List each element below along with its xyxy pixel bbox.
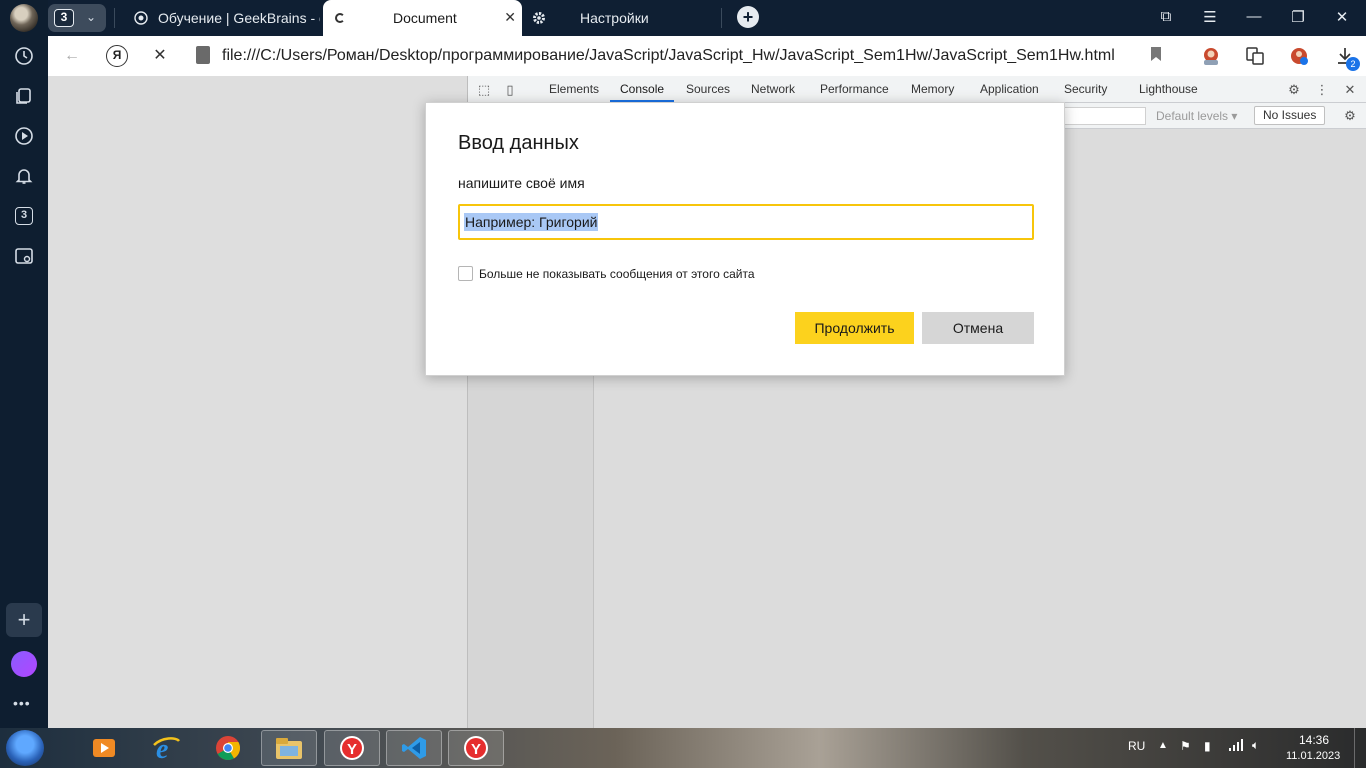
network-signal-icon[interactable] <box>1228 738 1244 755</box>
bookmark-icon[interactable] <box>1146 46 1166 66</box>
profile-extension-icon[interactable] <box>1288 45 1310 67</box>
devtools-tab-lighthouse[interactable]: Lighthouse <box>1139 82 1198 96</box>
more-icon[interactable]: ••• <box>13 695 31 711</box>
devtools-settings-gear-icon[interactable]: ⚙ <box>1286 82 1302 98</box>
dialog-message: напишите своё имя <box>458 175 585 191</box>
tab-document[interactable]: Document ✕ <box>323 0 522 36</box>
minimize-icon[interactable]: — <box>1244 8 1264 25</box>
menu-icon[interactable]: ☰ <box>1200 8 1220 26</box>
keyboard-language[interactable]: RU <box>1128 739 1145 753</box>
show-desktop-button[interactable] <box>1354 728 1366 768</box>
clock-date[interactable]: 11.01.2023 <box>1286 750 1340 762</box>
devtools-tab-memory[interactable]: Memory <box>911 82 954 96</box>
bell-icon[interactable] <box>12 164 36 188</box>
suppress-dialogs-checkbox[interactable] <box>458 266 473 281</box>
devtools-tab-sources[interactable]: Sources <box>686 82 730 96</box>
chevron-down-icon: ⌄ <box>86 10 97 24</box>
address-toolbar: ← Я ✕ file:///C:/Users/Роман/Desktop/про… <box>48 36 1366 76</box>
yandex-browser-window-icon[interactable]: Y <box>448 730 504 766</box>
svg-text:Y: Y <box>471 741 481 758</box>
devtools-tab-elements[interactable]: Elements <box>549 82 599 96</box>
address-url[interactable]: file:///C:/Users/Роман/Desktop/программи… <box>222 47 1115 65</box>
browser-sidebar: 3 + ••• <box>0 0 48 728</box>
restore-icon[interactable]: ❐ <box>1288 8 1308 26</box>
sidebar-counter-badge: 3 <box>15 207 33 225</box>
file-icon <box>196 46 210 64</box>
yandex-browser-icon[interactable]: Y <box>324 730 380 766</box>
suppress-dialogs-label[interactable]: Больше не показывать сообщения от этого … <box>479 267 755 281</box>
close-window-icon[interactable]: ✕ <box>1332 8 1352 26</box>
tab-group-button[interactable]: 3 ⌄ <box>48 4 106 32</box>
tab-divider <box>721 8 722 28</box>
chrome-icon[interactable] <box>200 730 256 766</box>
power-icon[interactable]: ▮ <box>1204 739 1211 753</box>
translate-icon[interactable] <box>1244 45 1266 67</box>
page-viewport <box>48 76 468 728</box>
loading-spinner-icon <box>335 13 345 23</box>
tab-divider <box>114 8 115 28</box>
devtools-tab-console[interactable]: Console <box>620 82 664 96</box>
devtools-tab-security[interactable]: Security <box>1064 82 1107 96</box>
tab-label: Document <box>393 10 457 26</box>
devtools-tab-application[interactable]: Application <box>980 82 1039 96</box>
yandex-button[interactable]: Я <box>106 45 128 67</box>
downloads-badge: 2 <box>1346 57 1360 71</box>
prompt-dialog: Ввод данных напишите своё имя Например: … <box>425 102 1065 376</box>
counter-icon[interactable]: 3 <box>12 204 36 228</box>
windows-taskbar: e Y Y RU ▲ ⚑ ▮ 🔈︎ 14:36 11.01.2023 <box>0 728 1366 768</box>
extension-avatar-icon[interactable] <box>1200 45 1222 67</box>
gear-icon <box>533 12 545 24</box>
devtools-tabbar: ⬚ ▯ Elements Console Sources Network Per… <box>468 76 1366 103</box>
dialog-title: Ввод данных <box>458 132 579 154</box>
stop-loading-icon[interactable]: ✕ <box>150 46 170 66</box>
profile-avatar[interactable] <box>10 4 38 32</box>
alice-assistant-icon[interactable] <box>11 651 37 677</box>
clock-time[interactable]: 14:36 <box>1299 733 1329 747</box>
new-tab-button[interactable]: + <box>737 6 759 28</box>
tab-settings[interactable]: Настройки <box>532 0 712 36</box>
log-levels-dropdown[interactable]: Default levels ▾ <box>1156 109 1237 123</box>
start-button[interactable] <box>6 730 44 766</box>
screenshot-icon[interactable] <box>12 244 36 268</box>
devtools-more-icon[interactable]: ⋮ <box>1314 82 1330 98</box>
media-player-icon[interactable] <box>76 730 132 766</box>
console-settings-gear-icon[interactable]: ⚙ <box>1342 108 1358 124</box>
tab-group-count: 3 <box>54 9 74 27</box>
geekbrains-favicon-icon <box>134 11 148 25</box>
issues-button[interactable]: No Issues <box>1254 106 1326 125</box>
device-toolbar-icon[interactable]: ▯ <box>502 82 518 98</box>
svg-text:Y: Y <box>347 741 357 758</box>
add-panel-button[interactable]: + <box>6 603 42 637</box>
cancel-button[interactable]: Отмена <box>922 312 1034 344</box>
devtools-tab-network[interactable]: Network <box>751 82 795 96</box>
volume-icon[interactable]: 🔈︎ <box>1252 738 1259 753</box>
back-arrow-icon[interactable]: ← <box>62 46 82 66</box>
collections-icon[interactable] <box>12 84 36 108</box>
tab-label: Обучение | GeekBrains - о <box>158 10 320 26</box>
internet-explorer-icon[interactable]: e <box>138 730 194 766</box>
tab-manager-icon[interactable]: ⧉ <box>1156 8 1176 25</box>
history-icon[interactable] <box>12 44 36 68</box>
dialog-input-value: Например: Григорий <box>464 213 599 231</box>
devtools-tab-performance[interactable]: Performance <box>820 82 889 96</box>
file-explorer-icon[interactable] <box>261 730 317 766</box>
video-icon[interactable] <box>12 124 36 148</box>
continue-button[interactable]: Продолжить <box>795 312 914 344</box>
dialog-input[interactable]: Например: Григорий <box>458 204 1034 240</box>
tab-strip: 3 ⌄ Обучение | GeekBrains - о Document ✕… <box>48 0 1366 36</box>
devtools-close-icon[interactable]: ✕ <box>1342 82 1358 98</box>
close-tab-icon[interactable]: ✕ <box>504 9 516 26</box>
tab-geekbrains[interactable]: Обучение | GeekBrains - о <box>134 0 320 36</box>
vscode-icon[interactable] <box>386 730 442 766</box>
tray-expand-icon[interactable]: ▲ <box>1158 740 1168 751</box>
action-center-flag-icon[interactable]: ⚑ <box>1180 739 1191 753</box>
inspect-element-icon[interactable]: ⬚ <box>476 82 492 98</box>
tab-label: Настройки <box>580 10 649 26</box>
